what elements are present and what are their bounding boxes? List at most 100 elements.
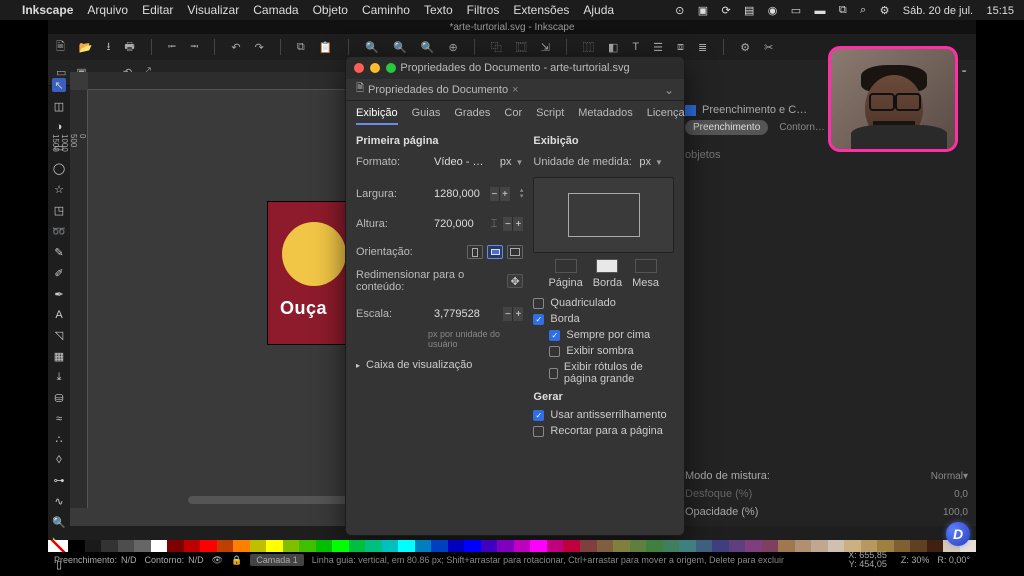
subtab-display[interactable]: Exibição — [356, 107, 398, 125]
palette-swatch[interactable] — [316, 540, 333, 552]
palette-swatch[interactable] — [349, 540, 366, 552]
ontop-checkbox[interactable]: ✓ — [549, 330, 560, 341]
palette-swatch[interactable] — [762, 540, 779, 552]
clone-icon[interactable]: ⿴ — [516, 39, 527, 55]
subtab-color[interactable]: Cor — [504, 107, 522, 125]
ruler-vertical[interactable]: 0 500 1000 1500 — [70, 90, 88, 508]
yellow-circle-shape[interactable] — [282, 222, 346, 286]
palette-swatch[interactable] — [712, 540, 729, 552]
palette-swatch[interactable] — [663, 540, 680, 552]
menu-object[interactable]: Objeto — [313, 3, 348, 17]
menubar-date[interactable]: Sáb. 20 de jul. — [903, 5, 973, 17]
palette-swatch[interactable] — [134, 540, 151, 552]
tray-screenrec-icon[interactable]: ◉ — [768, 5, 778, 17]
status-zoom[interactable]: Z: 30% — [901, 555, 930, 565]
orientation-custom[interactable] — [507, 245, 523, 259]
tray-icon[interactable]: ⟳ — [721, 5, 730, 17]
border-color-swatch[interactable]: Borda — [593, 259, 622, 289]
import-icon[interactable]: ⭰ — [168, 38, 176, 57]
palette-swatch[interactable] — [299, 540, 316, 552]
fill-tab[interactable]: Preenchimento — [685, 120, 768, 135]
app-menu[interactable]: Inkscape — [22, 3, 73, 17]
desk-color-swatch[interactable]: Mesa — [632, 259, 659, 289]
fillstroke-tab[interactable]: Preenchimento e C… — [702, 104, 807, 116]
xml-icon[interactable]: ⧈ — [677, 41, 684, 54]
subtab-grids[interactable]: Grades — [454, 107, 490, 125]
width-input[interactable]: 1280,000 — [430, 187, 484, 201]
subtab-metadata[interactable]: Metadados — [578, 107, 632, 125]
palette-swatch[interactable] — [630, 540, 647, 552]
palette-swatch[interactable] — [464, 540, 481, 552]
palette-swatch[interactable] — [811, 540, 828, 552]
palette-swatch[interactable] — [167, 540, 184, 552]
minimize-icon[interactable] — [370, 63, 380, 73]
status-stroke[interactable]: N/D — [188, 555, 204, 565]
aa-checkbox[interactable]: ✓ — [533, 410, 544, 421]
orientation-portrait[interactable] — [467, 245, 483, 259]
tray-controlcenter-icon[interactable]: ⚙ — [880, 5, 890, 17]
swap-wh-icon[interactable]: ▴▾ — [520, 188, 524, 200]
menu-extensions[interactable]: Extensões — [513, 3, 569, 17]
palette-swatch[interactable] — [679, 540, 696, 552]
palette-swatch[interactable] — [910, 540, 927, 552]
group-icon[interactable]: ⿲ — [583, 39, 594, 55]
palette-swatch[interactable] — [217, 540, 234, 552]
palette-swatch[interactable] — [547, 540, 564, 552]
palette-swatch[interactable] — [250, 540, 267, 552]
open-icon[interactable]: 📂 — [79, 41, 93, 54]
canvas-text[interactable]: Ouça — [280, 298, 327, 319]
palette-swatch[interactable] — [448, 540, 465, 552]
tray-wifi-icon[interactable]: ⧉ — [839, 4, 847, 16]
close-tab-icon[interactable]: × — [512, 84, 518, 96]
status-fill[interactable]: N/D — [121, 555, 137, 565]
palette-swatch[interactable] — [597, 540, 614, 552]
unlink-icon[interactable]: ⇲ — [541, 41, 550, 54]
palette-swatch[interactable] — [101, 540, 118, 552]
subtab-license[interactable]: Licença — [647, 107, 685, 125]
menu-file[interactable]: Arquivo — [87, 3, 128, 17]
palette-swatch[interactable] — [646, 540, 663, 552]
scale-input[interactable]: 3,779528 — [430, 307, 497, 321]
stroke-tab[interactable]: Contorn… — [771, 120, 833, 135]
print-icon[interactable]: 🖶 — [124, 38, 134, 57]
orientation-landscape[interactable] — [487, 245, 503, 259]
palette-swatch[interactable] — [332, 540, 349, 552]
palette-swatch[interactable] — [415, 540, 432, 552]
menu-view[interactable]: Visualizar — [187, 3, 239, 17]
palette-swatch[interactable] — [233, 540, 250, 552]
palette-swatch[interactable] — [530, 540, 547, 552]
palette-swatch[interactable] — [514, 540, 531, 552]
tray-search-icon[interactable]: ⌕ — [860, 4, 866, 16]
palette-swatch[interactable] — [382, 540, 399, 552]
node-tool-icon[interactable]: ◫ — [52, 100, 66, 113]
chevron-down-icon[interactable]: ⌄ — [664, 83, 674, 97]
copy-icon[interactable]: ⧉ — [297, 41, 305, 54]
text-icon[interactable]: T — [632, 41, 639, 53]
tray-icon[interactable]: ▤ — [744, 5, 754, 17]
palette-swatch[interactable] — [696, 540, 713, 552]
biglabels-checkbox[interactable] — [549, 368, 558, 379]
palette-swatch[interactable] — [266, 540, 283, 552]
duplicate-icon[interactable]: ⿻ — [491, 39, 502, 55]
palette-swatch[interactable] — [745, 540, 762, 552]
tray-icon[interactable]: ▣ — [698, 5, 708, 17]
paste-icon[interactable]: 📋 — [319, 41, 333, 54]
display-unit-select[interactable]: px▼ — [639, 156, 663, 168]
format-unit-select[interactable]: px▼ — [500, 156, 524, 168]
palette-swatch[interactable] — [894, 540, 911, 552]
menu-path[interactable]: Caminho — [362, 3, 410, 17]
menu-text[interactable]: Texto — [424, 3, 453, 17]
blend-value[interactable]: Normal — [931, 471, 963, 482]
palette-swatch[interactable] — [481, 540, 498, 552]
height-input[interactable]: 720,000 — [430, 217, 485, 231]
palette-swatch[interactable] — [729, 540, 746, 552]
border-checkbox[interactable]: ✓ — [533, 314, 544, 325]
palette-swatch[interactable] — [68, 540, 85, 552]
shadow-checkbox[interactable] — [549, 346, 560, 357]
menu-edit[interactable]: Editar — [142, 3, 173, 17]
zoom-center-icon[interactable]: ⊕ — [449, 41, 458, 54]
zoom-page-icon[interactable]: 🔍 — [421, 41, 435, 54]
no-color-swatch[interactable] — [48, 540, 68, 552]
connector-tool-icon[interactable]: ⊶ — [52, 474, 66, 487]
palette-swatch[interactable] — [184, 540, 201, 552]
